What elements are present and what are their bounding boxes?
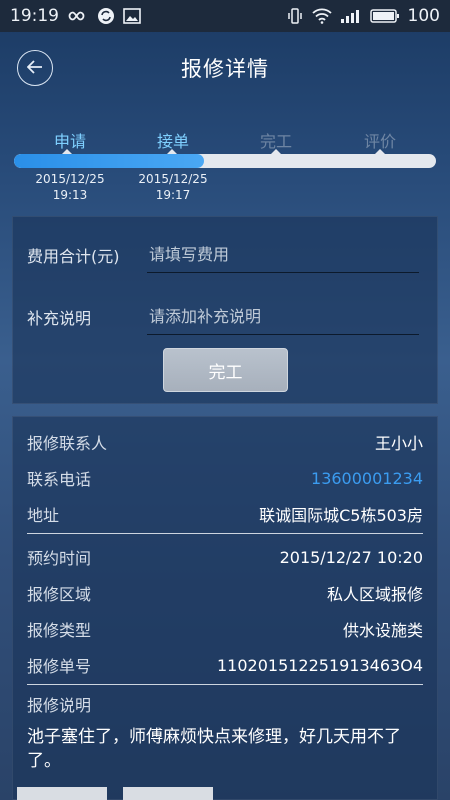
- area-key: 报修区域: [27, 585, 92, 604]
- note-row: 补充说明: [27, 297, 419, 337]
- page-header: 报修详情: [0, 32, 450, 104]
- appointment-value: 2015/12/27 10:20: [279, 547, 423, 567]
- order-key: 报修单号: [27, 657, 92, 676]
- progress-fill: [14, 154, 204, 168]
- cost-label: 费用合计(元): [27, 247, 120, 266]
- wifi-icon: [311, 8, 332, 24]
- image-icon: [123, 8, 141, 24]
- step-timestamp-apply: 2015/12/25 19:13: [35, 172, 105, 202]
- sync-icon: [97, 7, 115, 25]
- address-value: 联诚国际城C5栋503房: [259, 506, 423, 525]
- progress-track: [14, 154, 436, 168]
- signal-icon: [340, 8, 362, 24]
- completion-form: 费用合计(元) 补充说明 完工: [12, 216, 438, 404]
- contact-value: 王小小: [374, 434, 423, 453]
- detail-row-order: 报修单号 110201512251913463O4: [27, 648, 423, 682]
- detail-row-address: 地址 联诚国际城C5栋503房: [27, 497, 423, 531]
- vibrate-icon: [286, 7, 304, 25]
- back-button[interactable]: [17, 50, 53, 86]
- page-title: 报修详情: [181, 57, 269, 81]
- progress-steps: 申请 接单 完工 评价 2015/12/25 19:13 2015/12/25 …: [0, 118, 450, 208]
- detail-row-area: 报修区域 私人区域报修: [27, 576, 423, 610]
- appointment-key: 预约时间: [27, 549, 92, 568]
- description-text: 池子塞住了，师傅麻烦快点来修理，好几天用不了了。: [27, 727, 401, 771]
- order-value: 110201512251913463O4: [216, 655, 423, 675]
- phone-link[interactable]: 13600001234: [311, 469, 423, 488]
- photo-thumbnail[interactable]: [17, 787, 107, 800]
- note-input[interactable]: [147, 299, 419, 335]
- detail-row-phone: 联系电话 13600001234: [27, 461, 423, 495]
- address-key: 地址: [27, 506, 60, 525]
- detail-row-description: 报修说明: [27, 687, 423, 721]
- detail-row-type: 报修类型 供水设施类: [27, 612, 423, 646]
- complete-button[interactable]: 完工: [163, 348, 288, 392]
- area-value: 私人区域报修: [326, 585, 423, 604]
- battery-level: 100: [407, 6, 440, 26]
- battery-icon: [369, 8, 400, 24]
- divider: [27, 533, 423, 534]
- type-value: 供水设施类: [342, 621, 423, 640]
- status-time: 19:19: [10, 6, 59, 26]
- repair-details: 报修联系人 王小小 联系电话 13600001234 地址 联诚国际城C5栋50…: [12, 416, 438, 800]
- photo-thumbnail[interactable]: [123, 787, 213, 800]
- divider: [27, 684, 423, 685]
- step-timestamp-accept: 2015/12/25 19:17: [138, 172, 208, 202]
- type-key: 报修类型: [27, 621, 92, 640]
- detail-row-appointment: 预约时间 2015/12/27 10:20: [27, 540, 423, 574]
- phone-key: 联系电话: [27, 470, 92, 489]
- note-label: 补充说明: [27, 309, 92, 328]
- infinity-icon: [67, 9, 89, 23]
- cost-input[interactable]: [147, 237, 419, 273]
- detail-row-contact: 报修联系人 王小小: [27, 425, 423, 459]
- cost-row: 费用合计(元): [27, 235, 419, 275]
- contact-key: 报修联系人: [27, 434, 108, 453]
- description-key: 报修说明: [27, 696, 92, 715]
- arrow-left-icon: [26, 59, 43, 78]
- status-bar: 19:19 100: [0, 0, 450, 32]
